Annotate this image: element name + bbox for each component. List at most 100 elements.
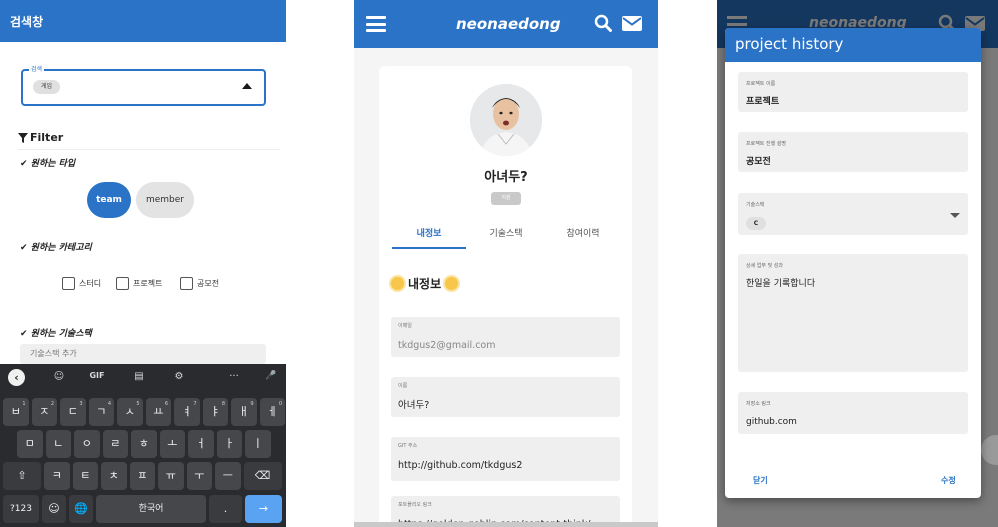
emoji-icon[interactable]: ☺: [50, 371, 68, 382]
checkbox-label: 프로젝트: [133, 279, 163, 288]
git-field[interactable]: GIT 주소 http://github.com/tkdgus2: [391, 437, 620, 481]
key[interactable]: ㄱ4: [88, 398, 114, 426]
key[interactable]: ㅛ6: [145, 398, 171, 426]
section-title-text: 내정보: [408, 277, 442, 291]
shift-key[interactable]: ⇧: [3, 462, 41, 490]
close-button[interactable]: 닫기: [753, 475, 768, 486]
key[interactable]: ㅍ: [129, 462, 155, 490]
profile-screen: neonaedong 아녀두? 지원 내정보 기술스택 참여이력 내정보 이메일…: [354, 0, 658, 527]
checkbox-project[interactable]: 프로젝트: [116, 277, 162, 290]
profile-name: 아녀두?: [484, 170, 528, 185]
key[interactable]: ㄴ: [45, 430, 71, 458]
keyboard: ‹ ☺ GIF ▤ ⚙ ··· 🎤 ㅂ1ㅈ2ㄷ3ㄱ4ㅅ5ㅛ6ㅕ7ㅑ8ㅐ9ㅔ0 ㅁ…: [0, 364, 286, 527]
checkbox-contest[interactable]: 공모전: [180, 277, 219, 290]
field-label: 프로젝트 진행 설명: [746, 141, 786, 147]
key[interactable]: ㅕ7: [174, 398, 200, 426]
edit-button[interactable]: 수정: [941, 475, 956, 486]
checkbox-label: 공모전: [197, 279, 220, 288]
key[interactable]: ㅂ1: [3, 398, 29, 426]
sun-icon: [445, 277, 459, 290]
checkbox-label: 스터디: [79, 279, 102, 288]
space-key[interactable]: 한국어: [96, 495, 206, 523]
key[interactable]: ㅌ: [72, 462, 98, 490]
key[interactable]: ㅜ: [186, 462, 212, 490]
checkbox-box[interactable]: [62, 277, 75, 290]
keyboard-row: ?123 ☺ 🌐 한국어. →: [3, 495, 282, 523]
member-button[interactable]: member: [136, 182, 194, 218]
key[interactable]: ㅇ: [74, 430, 100, 458]
key[interactable]: ㅑ8: [202, 398, 228, 426]
globe-key[interactable]: 🌐: [69, 495, 93, 523]
filter-icon: [18, 132, 28, 143]
project-history-dialog: project history 프로젝트 이름 프로젝트 프로젝트 진행 설명 …: [725, 28, 981, 498]
avatar-photo: [470, 84, 542, 156]
stack-input[interactable]: 기술스택 추가: [20, 344, 266, 364]
backspace-key[interactable]: ⌫: [243, 462, 282, 490]
search-icon[interactable]: [594, 14, 612, 32]
field-value: 프로젝트: [746, 97, 780, 107]
key[interactable]: ㅠ: [158, 462, 184, 490]
more-icon[interactable]: ···: [225, 371, 243, 382]
checkbox-box[interactable]: [180, 277, 193, 290]
search-chip[interactable]: 게임: [33, 80, 61, 94]
team-button[interactable]: team: [87, 182, 131, 218]
key[interactable]: ㅏ: [216, 430, 242, 458]
field-label: 저장소 링크: [746, 401, 771, 407]
field-label: 상세 업무 및 성과: [746, 263, 783, 269]
field-label: 기술스택: [746, 202, 765, 208]
project-desc-field[interactable]: 프로젝트 진행 설명 공모전: [738, 132, 968, 172]
dialog-header: project history: [725, 28, 981, 62]
avatar: [470, 84, 542, 156]
key[interactable]: ㅐ9: [231, 398, 257, 426]
field-label: 이름: [398, 383, 408, 389]
key[interactable]: ㅡ: [215, 462, 241, 490]
filter-label: Filter: [30, 131, 64, 144]
keyboard-back-icon[interactable]: ‹: [8, 369, 25, 386]
tab-history[interactable]: 참여이력: [543, 226, 623, 239]
key[interactable]: ㅈ2: [31, 398, 57, 426]
field-label: 이메일: [398, 323, 412, 329]
tab-tech-stack[interactable]: 기술스택: [466, 226, 546, 239]
key[interactable]: ㅋ: [44, 462, 70, 490]
status-badge: 지원: [491, 192, 521, 205]
section-title: 내정보: [391, 275, 459, 292]
app-header: 검색창: [0, 0, 286, 42]
tech-stack-select[interactable]: 기술스택 C: [738, 193, 968, 235]
chevron-down-icon[interactable]: [950, 213, 960, 218]
checkbox-study[interactable]: 스터디: [62, 277, 101, 290]
key[interactable]: ㄷ3: [60, 398, 86, 426]
mail-icon[interactable]: [622, 16, 642, 31]
enter-key[interactable]: →: [245, 495, 282, 523]
key[interactable]: ㅓ: [188, 430, 214, 458]
tab-my-info[interactable]: 내정보: [389, 226, 469, 239]
name-field[interactable]: 이름 아녀두?: [391, 377, 620, 417]
stack-chip[interactable]: C: [746, 217, 766, 230]
settings-icon[interactable]: ⚙: [170, 371, 188, 382]
dropdown-arrow-icon[interactable]: [242, 83, 252, 89]
key[interactable]: ㅎ: [131, 430, 157, 458]
key[interactable]: ㅅ5: [117, 398, 143, 426]
clipboard-icon[interactable]: ▤: [130, 371, 148, 382]
email-field[interactable]: 이메일 tkdgus2@gmail.com: [391, 317, 620, 357]
gif-icon[interactable]: GIF: [88, 371, 106, 380]
emoji-key[interactable]: ☺: [42, 495, 66, 523]
period-key[interactable]: .: [209, 495, 242, 523]
field-value: tkdgus2@gmail.com: [398, 340, 496, 351]
checkbox-box[interactable]: [116, 277, 129, 290]
details-field[interactable]: 상세 업무 및 성과 한일을 기록합니다: [738, 254, 968, 372]
key[interactable]: ㄹ: [102, 430, 128, 458]
key[interactable]: ㅗ: [159, 430, 185, 458]
project-name-field[interactable]: 프로젝트 이름 프로젝트: [738, 72, 968, 112]
app-header: neonaedong: [354, 0, 658, 48]
key[interactable]: ㅣ: [245, 430, 271, 458]
filter-heading: Filter: [18, 131, 63, 144]
symbols-key[interactable]: ?123: [3, 495, 39, 523]
key[interactable]: ㅁ: [17, 430, 43, 458]
menu-icon[interactable]: [366, 16, 386, 32]
mic-icon[interactable]: 🎤: [262, 371, 280, 381]
repo-link-field[interactable]: 저장소 링크 github.com: [738, 392, 968, 434]
key[interactable]: ㅔ0: [259, 398, 285, 426]
stack-label: ✔ 원하는 기술스택: [20, 329, 92, 339]
tab-indicator: [392, 247, 466, 249]
key[interactable]: ㅊ: [101, 462, 127, 490]
